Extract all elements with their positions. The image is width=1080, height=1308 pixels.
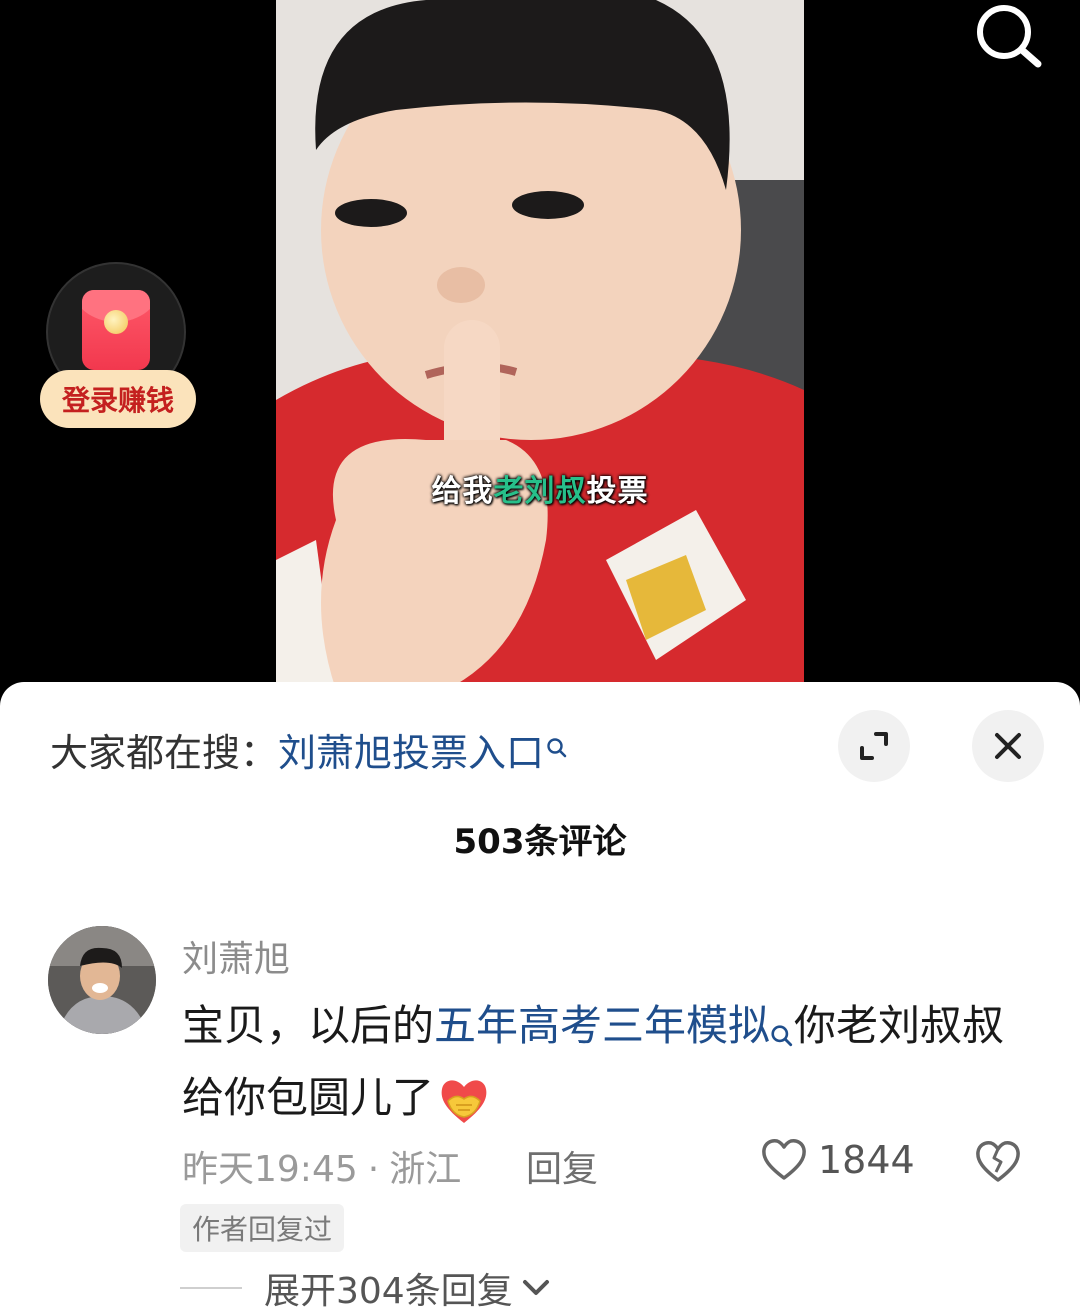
hot-search-term-link[interactable]: 刘萧旭投票入口 [278,731,544,775]
comments-sheet: 大家都在搜：刘萧旭投票入口 503条评论 刘萧旭 宝贝，以后的五年高考三年模拟你… [0,682,1080,1308]
search-small-icon [770,1002,794,1066]
handshake-heart-emoji-icon [438,1075,490,1127]
expand-sheet-button[interactable] [838,710,910,782]
reply-button[interactable]: 回复 [526,1140,598,1192]
author-replied-badge: 作者回复过 [180,1204,345,1252]
heart-icon [762,1139,806,1180]
comment-location: 浙江 [389,1149,462,1190]
expand-replies-button[interactable]: 展开304条回复 [180,1262,553,1308]
dislike-button[interactable] [974,1140,1022,1188]
coin-icon [104,310,128,334]
video-player[interactable]: 给我老刘叔投票 登录赚钱 [0,0,1080,690]
comment-time: 昨天19:45 [182,1149,358,1190]
close-icon [995,733,1021,759]
broken-heart-icon [976,1141,1020,1182]
video-frame[interactable]: 给我老刘叔投票 [276,0,804,690]
search-icon [977,5,1042,68]
expand-replies-label: 展开304条回复 [264,1271,513,1308]
video-still-image [276,0,804,690]
search-button[interactable] [968,2,1048,72]
hot-search-prefix: 大家都在搜： [50,731,279,775]
redpacket-label: 登录赚钱 [40,370,196,428]
chevron-down-icon [522,1280,549,1295]
close-sheet-button[interactable] [972,710,1044,782]
like-button[interactable]: 1844 [760,1138,915,1182]
comment-body: 宝贝，以后的五年高考三年模拟 你老刘叔叔给你包圆儿了 [182,994,1042,1130]
expand-icon [860,732,888,760]
comment-search-link[interactable]: 五年高考三年模拟 [434,1001,770,1050]
divider-line [180,1287,242,1289]
comment-count-title: 503条评论 [453,822,627,862]
red-envelope-icon [82,290,150,370]
search-small-icon [546,724,568,768]
login-earn-redpacket-button[interactable]: 登录赚钱 [38,262,198,434]
video-subtitle: 给我老刘叔投票 [431,474,649,509]
comment-username[interactable]: 刘萧旭 [182,930,290,982]
like-count: 1844 [818,1138,915,1182]
avatar[interactable] [48,926,156,1034]
hot-search-bar[interactable]: 大家都在搜：刘萧旭投票入口 [50,722,568,777]
comment-meta: 昨天19:45 · 浙江 [182,1149,462,1190]
